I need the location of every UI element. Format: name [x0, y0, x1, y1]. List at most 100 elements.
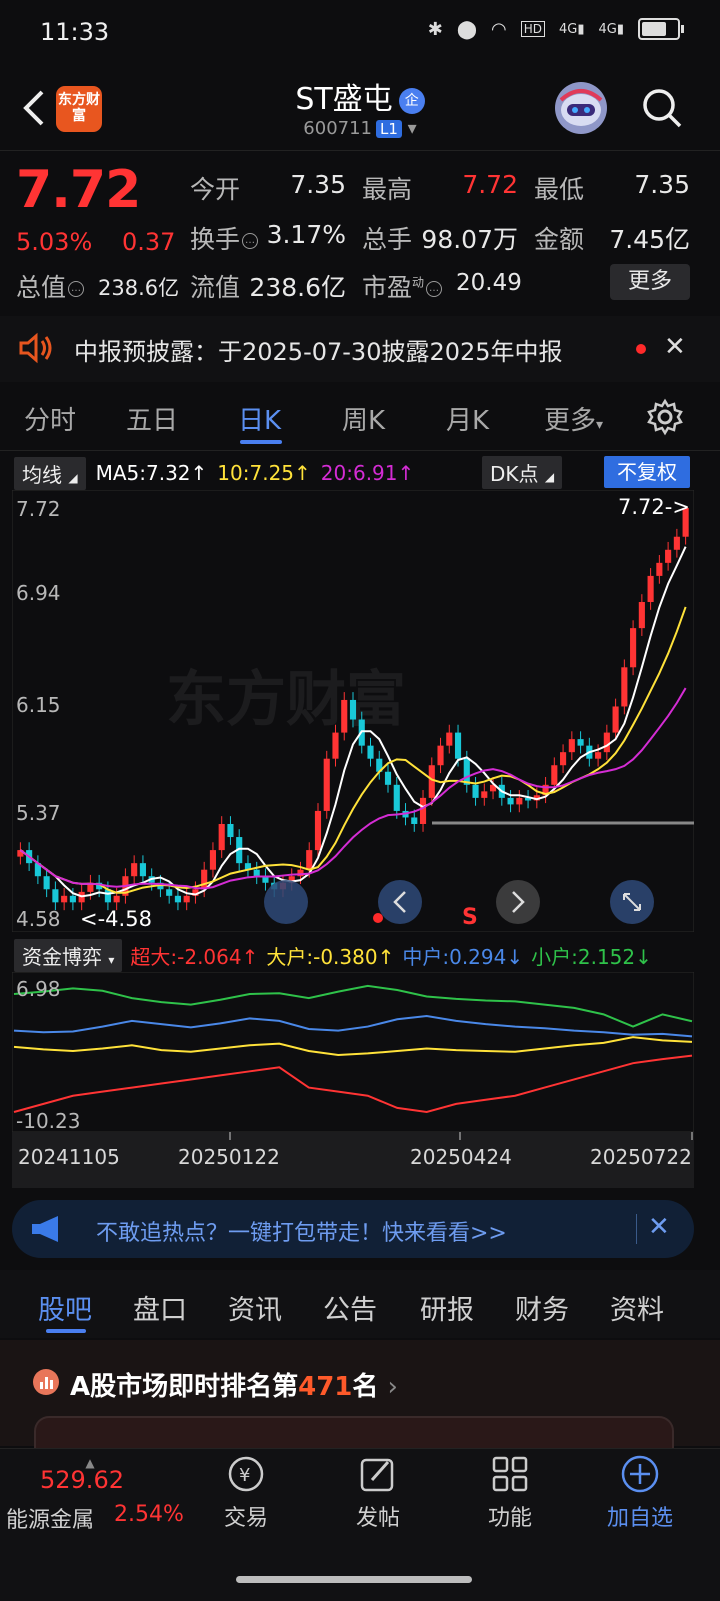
tab-finance[interactable]: 财务 — [515, 1288, 569, 1327]
candle-body — [647, 575, 654, 603]
nav-add-watchlist[interactable]: 加自选 — [590, 1500, 690, 1532]
candle-body — [630, 628, 637, 668]
candle-body — [472, 784, 479, 798]
stock-code[interactable]: 600711 L1 ▾ — [0, 118, 720, 139]
candle-body — [612, 706, 619, 733]
tab-profile[interactable]: 资料 — [610, 1288, 664, 1327]
candle-body — [446, 732, 453, 746]
index-value[interactable]: 529.62 — [40, 1466, 124, 1494]
tab-daily-k[interactable]: 日K — [238, 400, 281, 437]
candle-body — [227, 823, 234, 838]
last-price: 7.72 — [16, 160, 141, 220]
info-icon[interactable]: … — [426, 281, 443, 297]
more-button[interactable]: 更多 — [610, 264, 690, 300]
fund-flow-chart[interactable]: 6.98 -10.23 — [12, 972, 694, 1132]
adjust-toggle[interactable]: 不复权 — [604, 456, 690, 488]
tab-intraday[interactable]: 分时 — [24, 400, 76, 437]
status-bar: 11:33 ✱ ⬤ ◠ HD 4G▮ 4G▮ — [0, 0, 720, 62]
close-icon[interactable]: ✕ — [664, 332, 686, 362]
home-indicator[interactable] — [236, 1576, 472, 1583]
svg-text:¥: ¥ — [239, 1465, 250, 1486]
low-value: 7.35 — [634, 170, 690, 199]
turnover-value: 3.17% — [266, 220, 346, 249]
scroll-left-button[interactable] — [378, 880, 422, 924]
fund-line-1 — [13, 1036, 693, 1057]
nav-function[interactable]: 功能 — [460, 1500, 560, 1532]
nav-post[interactable]: 发帖 — [328, 1500, 428, 1532]
nav-trade[interactable]: 交易 — [196, 1500, 296, 1532]
last-price-marker: 7.72-> — [618, 495, 690, 519]
index-percent[interactable]: 2.54% — [114, 1502, 184, 1527]
tab-guba[interactable]: 股吧 — [38, 1288, 92, 1327]
close-banner-icon[interactable]: ✕ — [648, 1212, 670, 1242]
add-watchlist-icon[interactable] — [620, 1454, 660, 1494]
move-button[interactable] — [264, 880, 308, 924]
rise-fall-bar — [34, 1416, 674, 1448]
turnover-label: 换手… — [190, 220, 259, 256]
dk-point-toggle[interactable]: DK点 ◢ — [482, 456, 563, 489]
sell-signal: S — [462, 905, 478, 930]
fund-line-0 — [13, 1054, 693, 1114]
info-icon[interactable]: … — [242, 233, 259, 249]
tab-pankou[interactable]: 盘口 — [133, 1288, 187, 1327]
trade-icon[interactable]: ¥ — [226, 1454, 266, 1494]
y-tick: 6.94 — [16, 581, 61, 605]
candle-body — [174, 895, 181, 903]
tab-five-day[interactable]: 五日 — [126, 400, 178, 437]
signal-icon-2: 4G▮ — [598, 21, 624, 37]
bluetooth-icon: ✱ — [427, 18, 443, 40]
candle-body — [209, 850, 217, 870]
y-tick: 4.58 — [16, 907, 61, 931]
candle-body — [656, 562, 663, 576]
search-icon[interactable] — [640, 86, 684, 130]
high-value: 7.72 — [462, 170, 518, 199]
tab-weekly-k[interactable]: 周K — [342, 400, 385, 437]
tab-news[interactable]: 资讯 — [228, 1288, 282, 1327]
megaphone-icon — [32, 1216, 58, 1242]
stock-title[interactable]: ST盛屯企 — [0, 74, 720, 118]
caret-icon: ◢ — [68, 470, 78, 485]
tab-research[interactable]: 研报 — [420, 1288, 474, 1327]
divider — [636, 1214, 637, 1244]
function-icon[interactable] — [490, 1454, 530, 1494]
index-name[interactable]: 能源金属 — [6, 1502, 94, 1534]
x-axis: 20241105 20250122 20250424 20250722 — [12, 1132, 694, 1188]
location-icon: ⬤ — [456, 18, 477, 40]
candle-body — [665, 549, 672, 563]
amount-label: 金额 — [534, 225, 585, 254]
battery-icon — [638, 18, 684, 40]
candle-body — [638, 602, 645, 629]
caret-icon: ◢ — [544, 470, 555, 484]
fund-selector[interactable]: 资金博弈 ▾ — [14, 938, 123, 972]
candle-body — [437, 745, 444, 766]
signal-icon-1: 4G▮ — [558, 21, 585, 37]
float-value: 238.6亿 — [249, 273, 346, 302]
gear-icon[interactable] — [646, 398, 684, 436]
low-label: 最低 — [534, 175, 585, 204]
fund-legend: 资金博弈 ▾ 超大:-2.064↑ 大户:-0.380↑ 中户:0.294↓ 小… — [14, 938, 704, 972]
candle-body — [314, 810, 322, 851]
tab-monthly-k[interactable]: 月K — [446, 400, 489, 437]
rank-text[interactable]: A股市场即时排名第471名 › — [70, 1366, 398, 1403]
volume-label: 总手 — [362, 225, 413, 254]
tab-more[interactable]: 更多▾ — [544, 400, 603, 437]
active-subtab-indicator — [46, 1329, 86, 1333]
candle-body — [411, 817, 418, 824]
wifi-icon: ◠ — [490, 18, 507, 40]
series-super: 超大:-2.064↑ — [130, 944, 259, 969]
info-icon[interactable]: … — [68, 281, 85, 297]
post-icon[interactable] — [358, 1454, 398, 1494]
candle-body — [306, 850, 313, 870]
ma-selector[interactable]: 均线 ◢ — [14, 456, 86, 490]
assistant-robot-icon[interactable] — [555, 82, 607, 134]
scroll-right-button[interactable] — [496, 880, 540, 924]
kline-chart[interactable]: 东方财富 7.72 6.94 6.15 5.37 4.58 7.72-> <-4… — [12, 490, 694, 932]
candle-body — [560, 752, 567, 766]
candle-body — [507, 797, 514, 805]
candle-body — [516, 797, 523, 805]
tab-announcement[interactable]: 公告 — [323, 1288, 377, 1327]
promo-text[interactable]: 不敢追热点？一键打包带走！快来看看>> — [96, 1215, 507, 1247]
candle-body — [454, 732, 462, 759]
candle-body — [393, 784, 400, 811]
notice-text[interactable]: 中报预披露：于2025-07-30披露2025年中报 — [74, 332, 563, 367]
